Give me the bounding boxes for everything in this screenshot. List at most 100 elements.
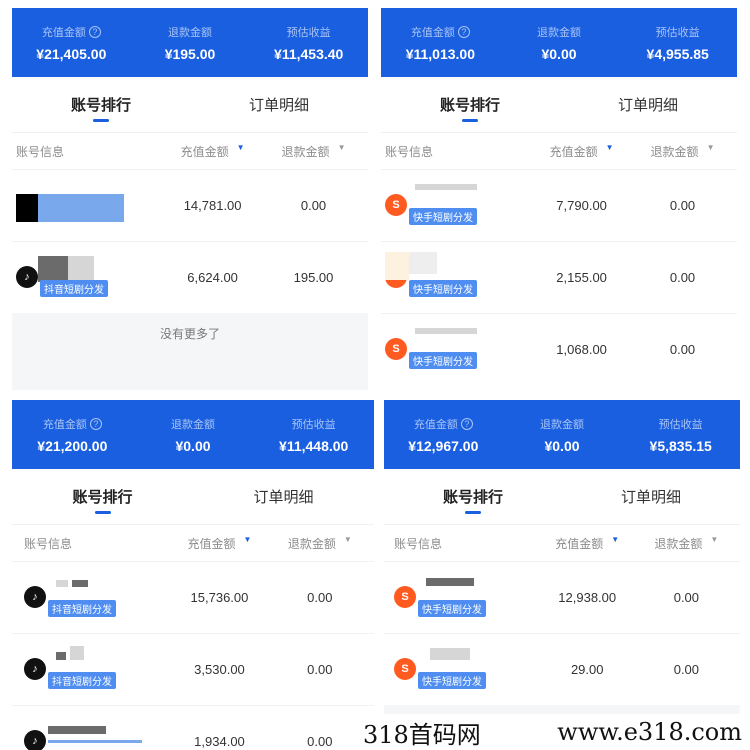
column-recharge[interactable]: 充值金额 ▼ bbox=[169, 535, 269, 552]
account-info: ♪ 抖音短剧分发 bbox=[24, 634, 169, 705]
account-info: ♪ 抖音短剧分发 bbox=[16, 242, 162, 313]
table-row[interactable]: 14,781.00 0.00 bbox=[12, 169, 368, 241]
sort-down-icon[interactable]: ▼ bbox=[244, 535, 252, 552]
empty-state: 没有更多了 bbox=[12, 313, 368, 390]
table-row[interactable]: S 快手短剧分发 2,155.00 0.00 bbox=[381, 241, 737, 313]
site-watermark: 318首码网 www.e318.com bbox=[355, 714, 750, 750]
stat-value: ¥195.00 bbox=[164, 45, 216, 62]
dashboard-panel-2: 充值金额? ¥11,013.00 退款金额 ¥0.00 预估收益 ¥4,955.… bbox=[381, 8, 737, 390]
stats-header: 充值金额? ¥12,967.00 退款金额 ¥0.00 预估收益 ¥5,835.… bbox=[384, 400, 740, 469]
tab-order-details[interactable]: 订单明细 bbox=[559, 77, 737, 132]
refund-amount: 0.00 bbox=[300, 198, 327, 213]
table-header: 账号信息 充值金额 ▼ 退款金额 ▼ bbox=[384, 525, 740, 561]
column-refund[interactable]: 退款金额 ▼ bbox=[270, 535, 370, 552]
column-recharge[interactable]: 充值金额 ▼ bbox=[531, 143, 632, 160]
redacted-account-name bbox=[426, 578, 474, 586]
help-icon[interactable]: ? bbox=[457, 25, 470, 38]
help-icon[interactable]: ? bbox=[460, 417, 473, 430]
dashboard-panel-1: 充值金额? ¥21,405.00 退款金额 ¥195.00 预估收益 ¥11,4… bbox=[12, 8, 368, 390]
stat-label: 预估收益 bbox=[286, 26, 331, 39]
tab-order-details[interactable]: 订单明细 bbox=[562, 469, 740, 524]
redacted-account-name bbox=[48, 726, 106, 734]
redacted-account-name bbox=[409, 252, 437, 274]
stat-value: ¥11,013.00 bbox=[405, 45, 475, 62]
table-row[interactable]: ♪ 1,934.00 0.00 bbox=[12, 705, 374, 750]
redacted-account-name bbox=[415, 328, 477, 334]
douyin-icon: ♪ bbox=[24, 658, 46, 680]
recharge-amount: 14,781.00 bbox=[183, 198, 242, 213]
column-account-info: 账号信息 bbox=[24, 536, 73, 551]
sort-down-icon[interactable]: ▼ bbox=[237, 143, 245, 160]
platform-tag: 抖音短剧分发 bbox=[48, 672, 116, 689]
stat-recharge: 充值金额? ¥21,200.00 bbox=[12, 400, 133, 469]
stat-label: 预估收益 bbox=[655, 26, 700, 39]
sort-down-icon[interactable]: ▼ bbox=[707, 143, 715, 160]
table-header: 账号信息 充值金额 ▼ 退款金额 ▼ bbox=[12, 525, 374, 561]
recharge-amount: 2,155.00 bbox=[556, 270, 607, 285]
table-row[interactable]: S 快手短剧分发 29.00 0.00 bbox=[384, 633, 740, 705]
tab-account-ranking[interactable]: 账号排行 bbox=[384, 469, 562, 524]
table-row[interactable]: ♪ 抖音短剧分发 6,624.00 195.00 bbox=[12, 241, 368, 313]
table-row[interactable]: S 快手短剧分发 1,068.00 0.00 bbox=[381, 313, 737, 385]
redacted-account-name bbox=[56, 652, 66, 660]
stat-recharge: 充值金额? ¥21,405.00 bbox=[12, 8, 131, 77]
table-header: 账号信息 充值金额 ▼ 退款金额 ▼ bbox=[12, 133, 368, 169]
stat-value: ¥11,453.40 bbox=[274, 45, 344, 62]
stat-label: 预估收益 bbox=[658, 418, 703, 431]
stats-header: 充值金额? ¥21,405.00 退款金额 ¥195.00 预估收益 ¥11,4… bbox=[12, 8, 368, 77]
sort-down-icon[interactable]: ▼ bbox=[611, 535, 619, 552]
column-label: 充值金额 bbox=[549, 144, 598, 159]
kuaishou-icon: S bbox=[394, 658, 416, 680]
column-recharge[interactable]: 充值金额 ▼ bbox=[538, 535, 637, 552]
refund-amount: 0.00 bbox=[669, 342, 696, 357]
platform-tag: 抖音短剧分发 bbox=[40, 280, 108, 297]
table-row[interactable]: S 快手短剧分发 7,790.00 0.00 bbox=[381, 169, 737, 241]
column-label: 充值金额 bbox=[555, 536, 604, 551]
sort-down-icon[interactable]: ▼ bbox=[606, 143, 614, 160]
tab-bar: 账号排行 订单明细 bbox=[12, 469, 374, 525]
recharge-amount: 7,790.00 bbox=[556, 198, 607, 213]
tab-account-ranking[interactable]: 账号排行 bbox=[12, 469, 193, 524]
tab-account-ranking[interactable]: 账号排行 bbox=[12, 77, 190, 132]
table-row[interactable]: S 快手短剧分发 12,938.00 0.00 bbox=[384, 561, 740, 633]
stat-value: ¥4,955.85 bbox=[646, 45, 709, 62]
account-info: S 快手短剧分发 bbox=[385, 242, 531, 313]
recharge-amount: 12,938.00 bbox=[558, 590, 617, 605]
refund-amount: 0.00 bbox=[307, 590, 333, 605]
column-refund[interactable]: 退款金额 ▼ bbox=[263, 143, 364, 160]
table-header: 账号信息 充值金额 ▼ 退款金额 ▼ bbox=[381, 133, 737, 169]
platform-tag: 快手短剧分发 bbox=[418, 600, 486, 617]
tab-order-details[interactable]: 订单明细 bbox=[193, 469, 374, 524]
column-recharge[interactable]: 充值金额 ▼ bbox=[162, 143, 263, 160]
sort-down-icon[interactable]: ▼ bbox=[344, 535, 352, 552]
column-refund[interactable]: 退款金额 ▼ bbox=[637, 535, 736, 552]
recharge-amount: 3,530.00 bbox=[194, 662, 245, 677]
kuaishou-icon: S bbox=[385, 194, 407, 216]
redacted-avatar bbox=[16, 194, 38, 222]
stat-label: 退款金额 bbox=[540, 418, 584, 431]
stats-header: 充值金额? ¥21,200.00 退款金额 ¥0.00 预估收益 ¥11,448… bbox=[12, 400, 374, 469]
sort-down-icon[interactable]: ▼ bbox=[338, 143, 346, 160]
redacted-account-name bbox=[415, 184, 477, 190]
table-row[interactable]: ♪ 抖音短剧分发 3,530.00 0.00 bbox=[12, 633, 374, 705]
tab-account-ranking[interactable]: 账号排行 bbox=[381, 77, 559, 132]
stat-label: 预估收益 bbox=[291, 418, 336, 431]
column-label: 退款金额 bbox=[654, 536, 703, 551]
help-icon[interactable]: ? bbox=[88, 25, 101, 38]
stat-label: 充值金额 bbox=[413, 418, 458, 431]
table-row[interactable]: ♪ 抖音短剧分发 15,736.00 0.00 bbox=[12, 561, 374, 633]
stat-refund: 退款金额 ¥0.00 bbox=[500, 8, 619, 77]
recharge-amount: 1,934.00 bbox=[194, 734, 245, 749]
sort-down-icon[interactable]: ▼ bbox=[710, 535, 718, 552]
tab-order-details[interactable]: 订单明细 bbox=[190, 77, 368, 132]
redacted-account-id bbox=[70, 646, 84, 660]
stat-label: 充值金额 bbox=[410, 26, 455, 39]
redacted-account-name bbox=[38, 256, 68, 282]
column-account-info: 账号信息 bbox=[16, 144, 65, 159]
redacted-account-name bbox=[38, 194, 124, 222]
account-info: S 快手短剧分发 bbox=[394, 634, 538, 705]
watermark-url: www.e318.com bbox=[557, 718, 742, 746]
column-refund[interactable]: 退款金额 ▼ bbox=[632, 143, 733, 160]
stat-refund: 退款金额 ¥0.00 bbox=[133, 400, 254, 469]
help-icon[interactable]: ? bbox=[89, 417, 102, 430]
